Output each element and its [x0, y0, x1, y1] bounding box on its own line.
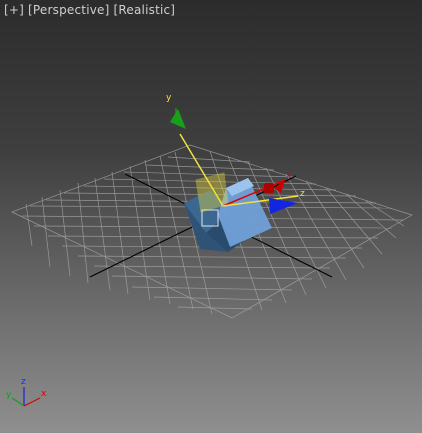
perspective-viewport[interactable]: [+] [Perspective] [Realistic] y x z z x …	[0, 0, 422, 433]
viewport-shading-menu[interactable]: [Realistic]	[114, 3, 176, 17]
viewport-plus-menu[interactable]: [+]	[4, 3, 24, 17]
gizmo-x-label: x	[286, 171, 292, 181]
gizmo-z-label: z	[300, 189, 305, 199]
tripod-x-label: x	[41, 389, 47, 399]
viewport-scene: y x z z x y	[6, 93, 413, 407]
tripod-y-label: y	[6, 390, 12, 400]
viewport-view-menu[interactable]: [Perspective]	[28, 3, 109, 17]
gizmo-y-label: y	[166, 93, 172, 103]
axis-tripod: z x y	[6, 377, 47, 407]
tripod-z-label: z	[21, 377, 26, 387]
viewport-label-menus: [+] [Perspective] [Realistic]	[4, 3, 175, 17]
